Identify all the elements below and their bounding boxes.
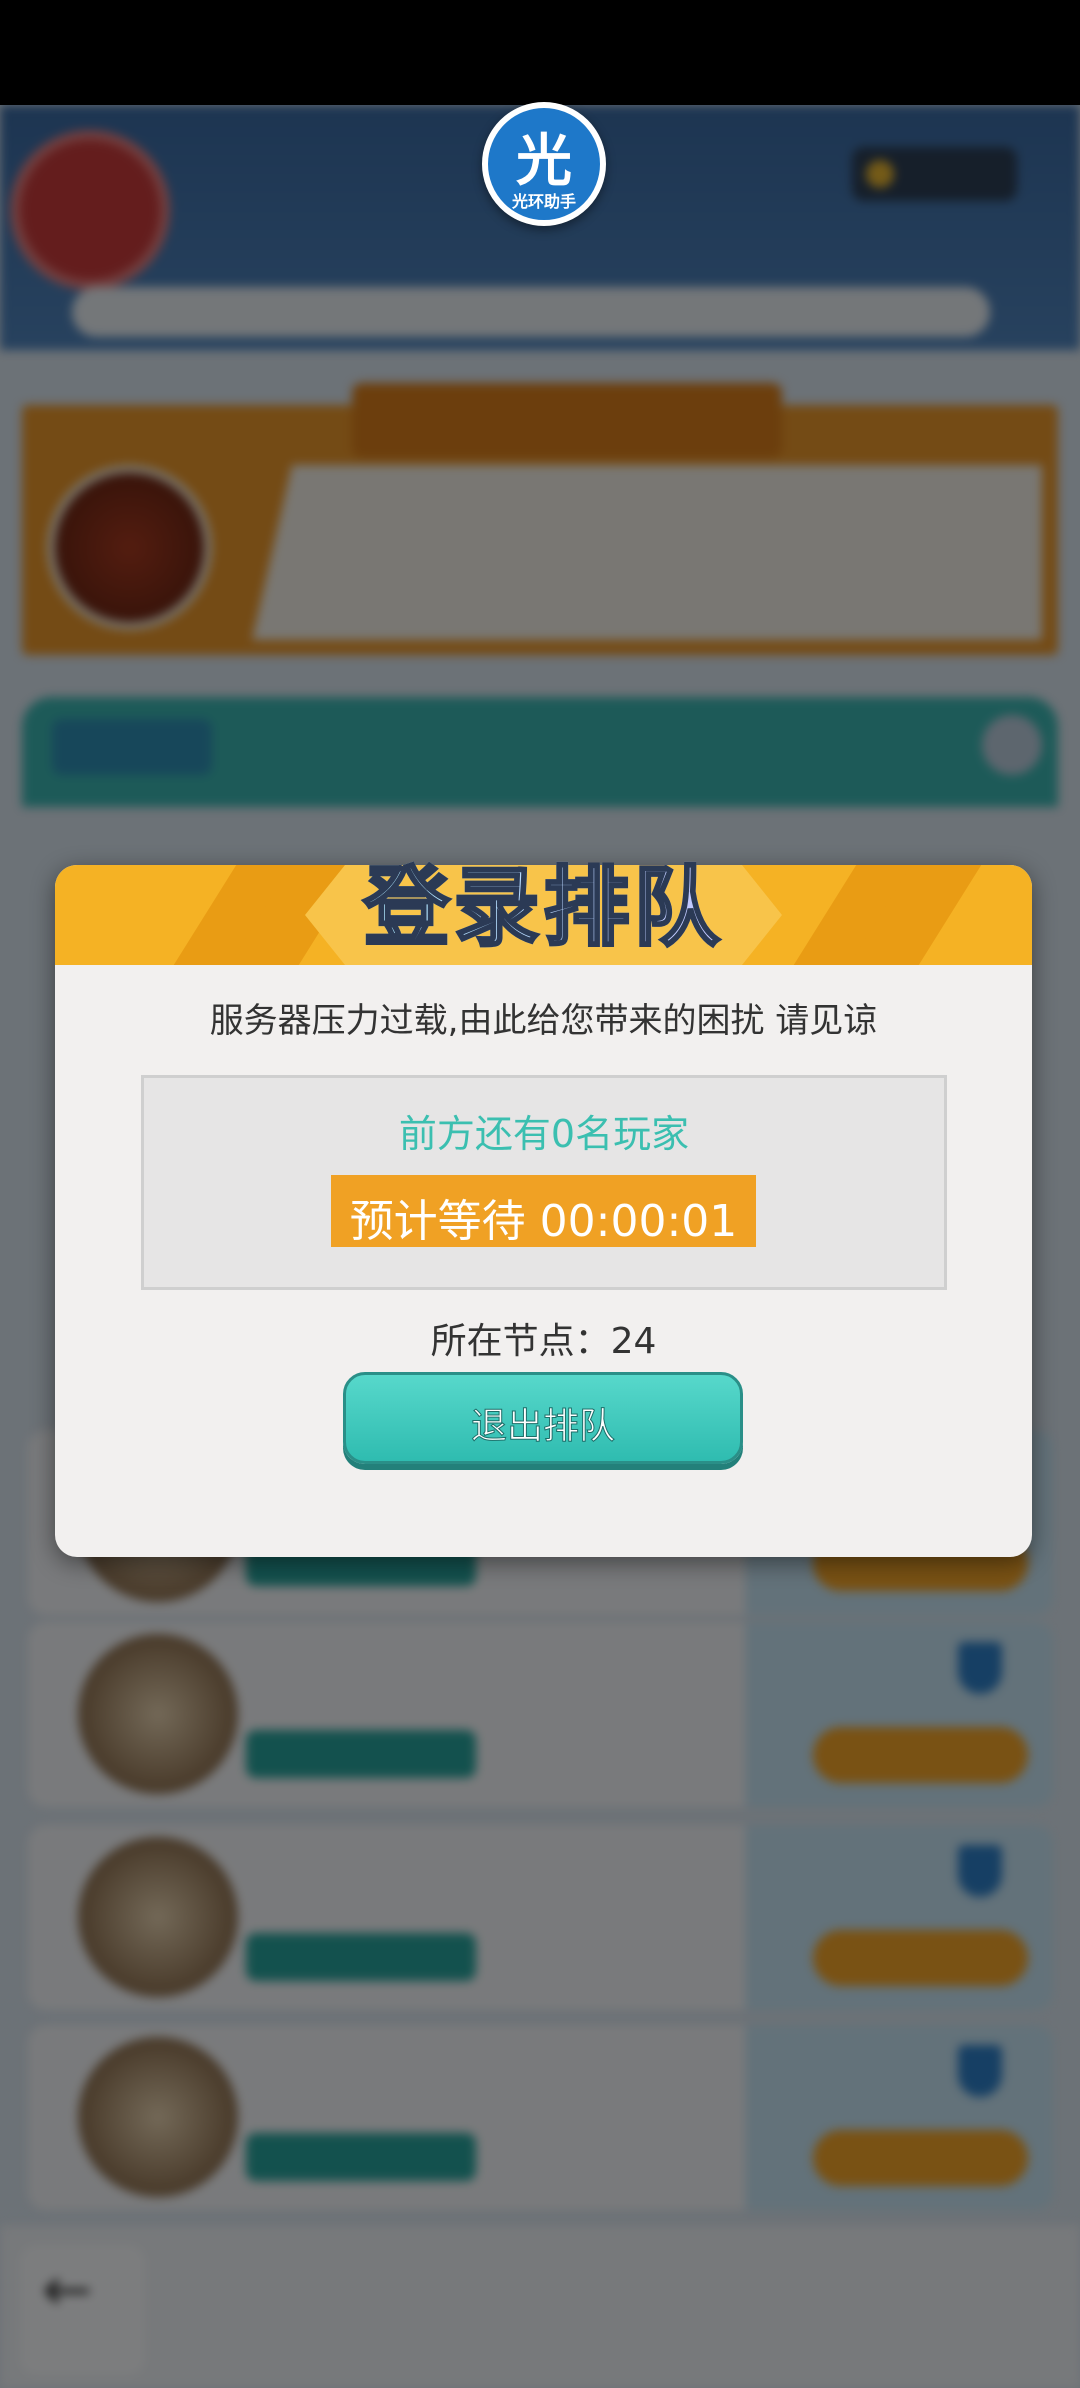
wait-time: 预计等待 00:00:01 xyxy=(349,1196,738,1247)
status-bar xyxy=(0,0,1080,105)
helper-label: 光环助手 xyxy=(511,192,576,211)
login-queue-dialog: 登录排队 服务器压力过载,由此给您带来的困扰 请见谅 前方还有0名玩家 预计等待… xyxy=(55,857,1032,1557)
helper-assistant-icon[interactable]: 光 光环助手 xyxy=(482,102,606,226)
helper-char: 光 xyxy=(516,129,572,194)
queue-info-box: 前方还有0名玩家 预计等待 00:00:01 xyxy=(141,1075,947,1290)
exit-queue-label: 退出排队 xyxy=(470,1406,615,1448)
exit-queue-button[interactable]: 退出排队 xyxy=(343,1372,743,1464)
dialog-title: 登录排队 xyxy=(55,837,1032,962)
queue-position: 前方还有0名玩家 xyxy=(398,1112,690,1156)
game-screen: ← 登录排队 服务器压力过载,由此给您带来的困扰 请见谅 前方还有0名玩家 预计… xyxy=(0,105,1080,2388)
dialog-message: 服务器压力过载,由此给您带来的困扰 请见谅 xyxy=(209,1001,878,1041)
server-node: 所在节点：24 xyxy=(430,1321,657,1362)
wait-time-bar: 预计等待 00:00:01 xyxy=(331,1175,756,1247)
